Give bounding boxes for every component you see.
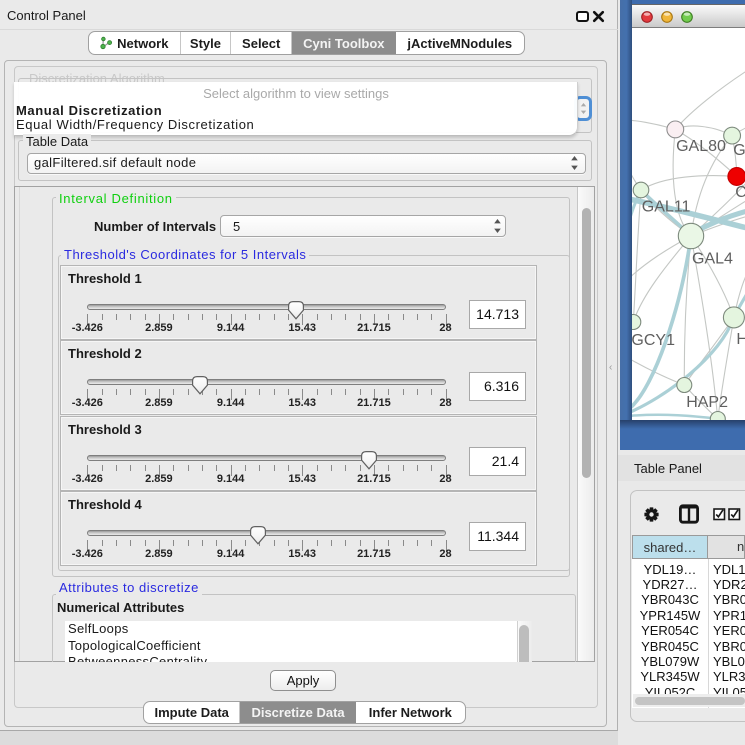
svg-text:C: C <box>735 184 745 201</box>
svg-text:GAL4: GAL4 <box>692 251 733 268</box>
svg-text:GCY1: GCY1 <box>632 332 675 349</box>
svg-text:GAL11: GAL11 <box>642 199 691 216</box>
svg-text:GA: GA <box>733 142 745 159</box>
svg-text:H: H <box>736 331 745 348</box>
svg-text:HAP2: HAP2 <box>686 394 728 411</box>
svg-text:GAL80: GAL80 <box>676 138 726 155</box>
